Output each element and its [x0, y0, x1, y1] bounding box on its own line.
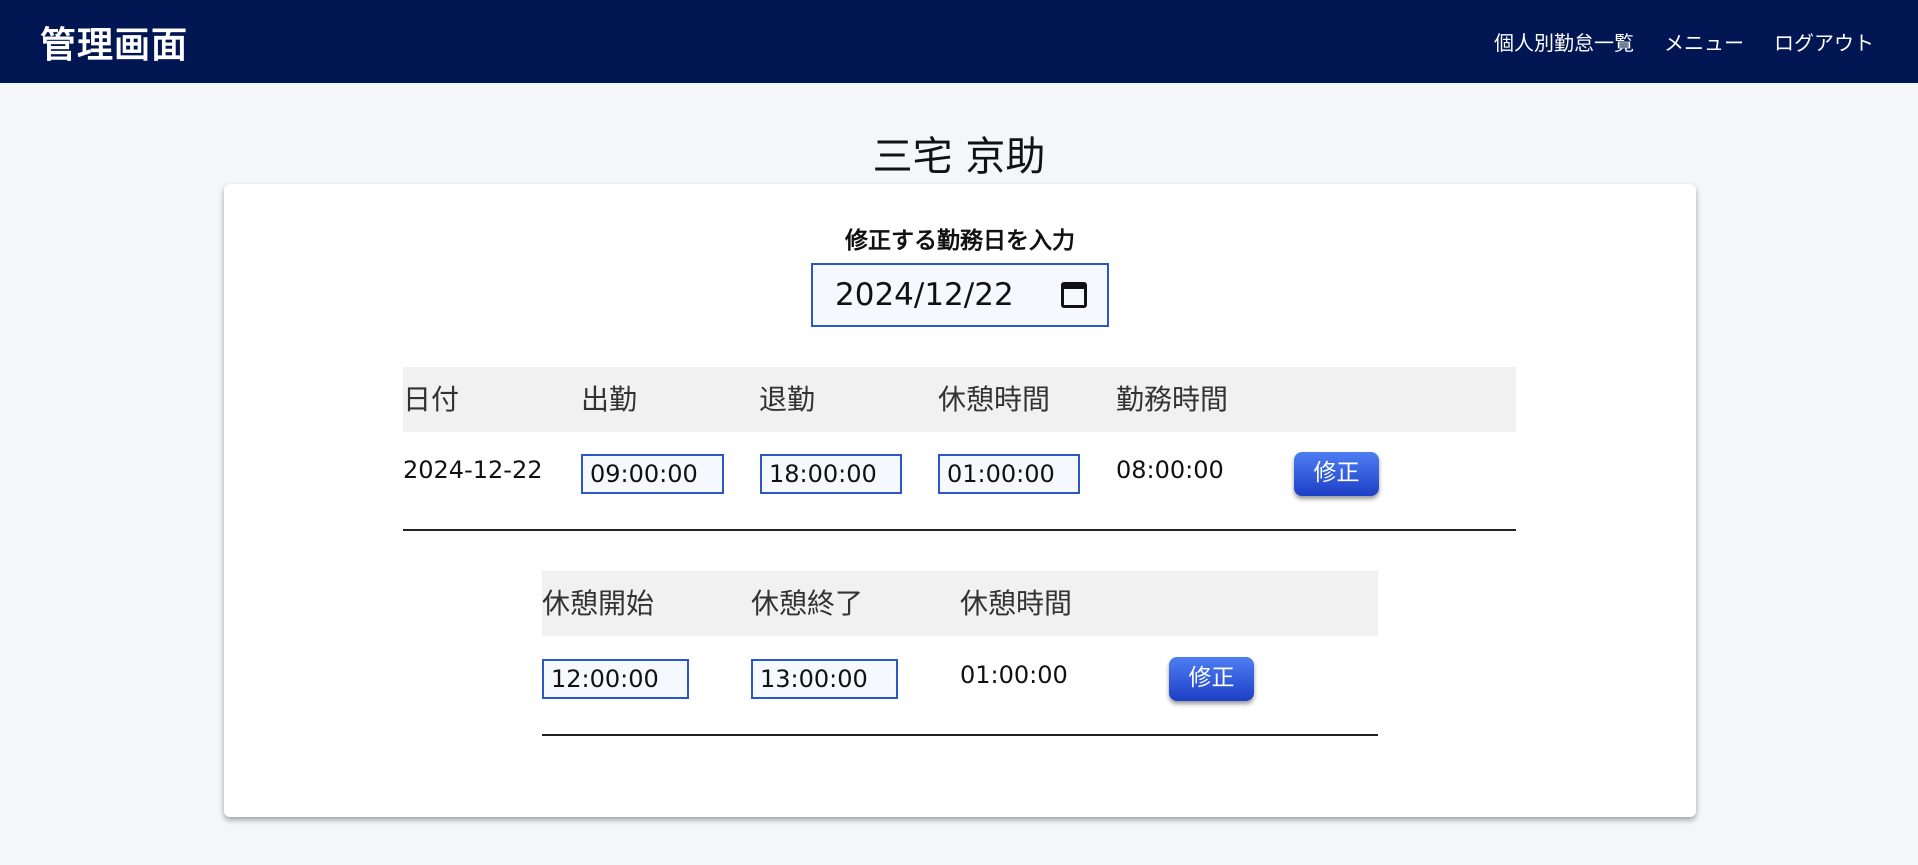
col-date: 日付 — [403, 383, 460, 416]
nav-attendance-list[interactable]: 個人別勤怠一覧 — [1494, 27, 1634, 56]
col-break-start: 休憩開始 — [542, 587, 655, 620]
col-clock-in: 出勤 — [581, 383, 638, 416]
col-clock-out: 退勤 — [759, 383, 816, 416]
top-header: 管理画面 個人別勤怠一覧 メニュー ログアウト — [0, 0, 1918, 83]
divider — [542, 734, 1378, 736]
work-time-value: 08:00:00 — [1116, 456, 1224, 484]
work-date-value: 2024/12/22 — [835, 277, 1014, 313]
col-break-duration: 休憩時間 — [960, 587, 1073, 620]
app-title: 管理画面 — [40, 24, 189, 66]
col-work-time: 勤務時間 — [1116, 383, 1229, 416]
break-duration-value: 01:00:00 — [960, 661, 1068, 689]
break-table-header: 休憩開始 休憩終了 休憩時間 — [542, 571, 1378, 636]
update-attendance-button[interactable]: 修正 — [1294, 452, 1379, 496]
divider — [403, 529, 1516, 531]
break-end-input[interactable]: 13:00:00 — [751, 659, 898, 699]
top-nav: 個人別勤怠一覧 メニュー ログアウト — [1494, 27, 1874, 56]
clock-out-input[interactable]: 18:00:00 — [760, 454, 902, 494]
row-date: 2024-12-22 — [403, 456, 543, 484]
clock-in-input[interactable]: 09:00:00 — [581, 454, 724, 494]
nav-menu[interactable]: メニュー — [1664, 27, 1744, 56]
break-start-input[interactable]: 12:00:00 — [542, 659, 689, 699]
break-time-input[interactable]: 01:00:00 — [938, 454, 1080, 494]
employee-name: 三宅 京助 — [872, 134, 1046, 180]
work-date-input[interactable]: 2024/12/22 — [811, 263, 1109, 327]
col-break-time: 休憩時間 — [938, 383, 1051, 416]
nav-logout[interactable]: ログアウト — [1774, 27, 1874, 56]
calendar-icon[interactable] — [1061, 282, 1087, 308]
update-break-button[interactable]: 修正 — [1169, 657, 1254, 701]
col-break-end: 休憩終了 — [751, 587, 864, 620]
edit-card: 修正する勤務日を入力 2024/12/22 日付 出勤 退勤 休憩時間 勤務時間… — [224, 184, 1696, 817]
attendance-table-header: 日付 出勤 退勤 休憩時間 勤務時間 — [403, 367, 1516, 432]
date-picker-label: 修正する勤務日を入力 — [845, 228, 1075, 254]
